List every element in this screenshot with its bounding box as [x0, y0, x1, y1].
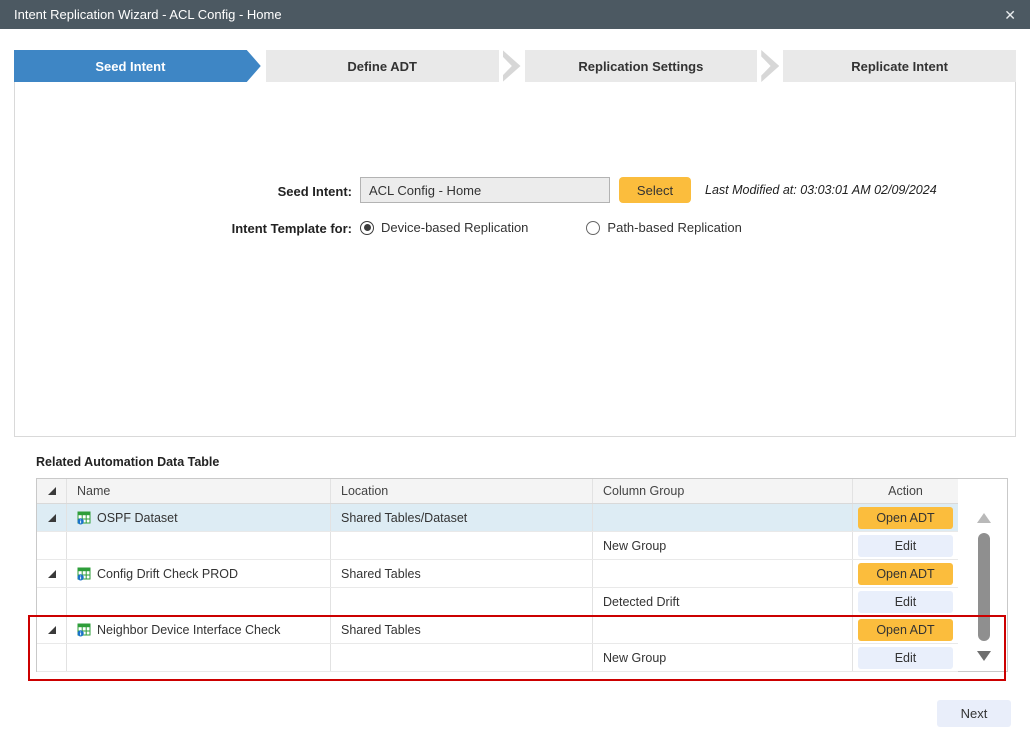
related-adt-title: Related Automation Data Table [36, 455, 219, 469]
radio-unselected-icon[interactable] [586, 221, 600, 235]
column-header-name[interactable]: Name [67, 479, 331, 503]
collapse-all-cell[interactable] [37, 479, 67, 503]
adt-table-icon [77, 567, 91, 581]
chevron-right-icon [761, 50, 779, 82]
step-label: Seed Intent [95, 59, 165, 74]
seed-intent-panel [14, 82, 1016, 437]
scrollbar-thumb[interactable] [978, 533, 990, 641]
adt-column-group: New Group [593, 644, 853, 671]
open-adt-button[interactable]: Open ADT [858, 507, 953, 529]
table-row[interactable]: OSPF Dataset Shared Tables/Dataset Open … [37, 504, 958, 532]
close-icon[interactable]: ✕ [1004, 8, 1016, 22]
wizard-stepper: Seed Intent Define ADT Replication Setti… [14, 50, 1016, 82]
adt-table-icon [77, 623, 91, 637]
column-header-column-group[interactable]: Column Group [593, 479, 853, 503]
dialog-title-bar: Intent Replication Wizard - ACL Config -… [0, 0, 1030, 29]
step-label: Replicate Intent [851, 59, 948, 74]
adt-location: Shared Tables [331, 616, 593, 643]
step-label: Replication Settings [578, 59, 703, 74]
adt-name [67, 588, 331, 615]
dialog-title: Intent Replication Wizard - ACL Config -… [14, 7, 282, 22]
adt-column-group [593, 616, 853, 643]
open-adt-button[interactable]: Open ADT [858, 619, 953, 641]
row-expander-empty [37, 644, 67, 671]
radio-label: Path-based Replication [607, 220, 741, 235]
step-replication-settings[interactable]: Replication Settings [525, 50, 758, 82]
column-header-location[interactable]: Location [331, 479, 593, 503]
table-scrollbar[interactable] [958, 479, 1007, 671]
adt-name: Neighbor Device Interface Check [97, 623, 280, 637]
step-seed-intent[interactable]: Seed Intent [14, 50, 261, 82]
step-replicate-intent[interactable]: Replicate Intent [783, 50, 1016, 82]
select-button[interactable]: Select [619, 177, 691, 203]
adt-table-icon [77, 511, 91, 525]
scroll-up-icon[interactable] [977, 513, 991, 523]
chevron-right-icon [503, 50, 521, 82]
edit-button[interactable]: Edit [858, 647, 953, 669]
table-row[interactable]: New Group Edit [37, 532, 958, 560]
seed-intent-input[interactable] [360, 177, 610, 203]
step-define-adt[interactable]: Define ADT [266, 50, 499, 82]
table-row[interactable]: Detected Drift Edit [37, 588, 958, 616]
radio-selected-icon[interactable] [360, 221, 374, 235]
adt-column-group: New Group [593, 532, 853, 559]
edit-button[interactable]: Edit [858, 535, 953, 557]
adt-name [67, 532, 331, 559]
adt-grid: Name Location Column Group Action [37, 479, 958, 671]
collapse-triangle-icon [48, 487, 56, 495]
adt-location [331, 588, 593, 615]
adt-column-group [593, 504, 853, 531]
adt-name [67, 644, 331, 671]
intent-template-label: Intent Template for: [150, 221, 352, 236]
collapse-triangle-icon [48, 514, 56, 522]
row-expander-empty [37, 532, 67, 559]
adt-location: Shared Tables/Dataset [331, 504, 593, 531]
related-adt-table: Name Location Column Group Action [36, 478, 1008, 672]
seed-intent-label: Seed Intent: [150, 184, 352, 199]
scroll-down-icon[interactable] [977, 651, 991, 661]
radio-option-path-based[interactable]: Path-based Replication [586, 220, 741, 235]
next-button[interactable]: Next [937, 700, 1011, 727]
radio-option-device-based[interactable]: Device-based Replication [360, 220, 528, 235]
step-label: Define ADT [347, 59, 417, 74]
adt-column-group [593, 560, 853, 587]
replication-type-radio-group: Device-based Replication Path-based Repl… [360, 220, 800, 235]
adt-name: Config Drift Check PROD [97, 567, 238, 581]
table-row[interactable]: New Group Edit [37, 644, 958, 672]
table-row[interactable]: Neighbor Device Interface Check Shared T… [37, 616, 958, 644]
edit-button[interactable]: Edit [858, 591, 953, 613]
row-expander[interactable] [37, 504, 67, 531]
last-modified-text: Last Modified at: 03:03:01 AM 02/09/2024 [705, 183, 937, 197]
column-header-action: Action [853, 479, 958, 503]
adt-location: Shared Tables [331, 560, 593, 587]
row-expander[interactable] [37, 560, 67, 587]
collapse-triangle-icon [48, 626, 56, 634]
adt-name: OSPF Dataset [97, 511, 178, 525]
table-header-row: Name Location Column Group Action [37, 479, 958, 504]
open-adt-button[interactable]: Open ADT [858, 563, 953, 585]
row-expander-empty [37, 588, 67, 615]
adt-column-group: Detected Drift [593, 588, 853, 615]
table-row[interactable]: Config Drift Check PROD Shared Tables Op… [37, 560, 958, 588]
adt-location [331, 644, 593, 671]
collapse-triangle-icon [48, 570, 56, 578]
adt-location [331, 532, 593, 559]
radio-label: Device-based Replication [381, 220, 528, 235]
row-expander[interactable] [37, 616, 67, 643]
